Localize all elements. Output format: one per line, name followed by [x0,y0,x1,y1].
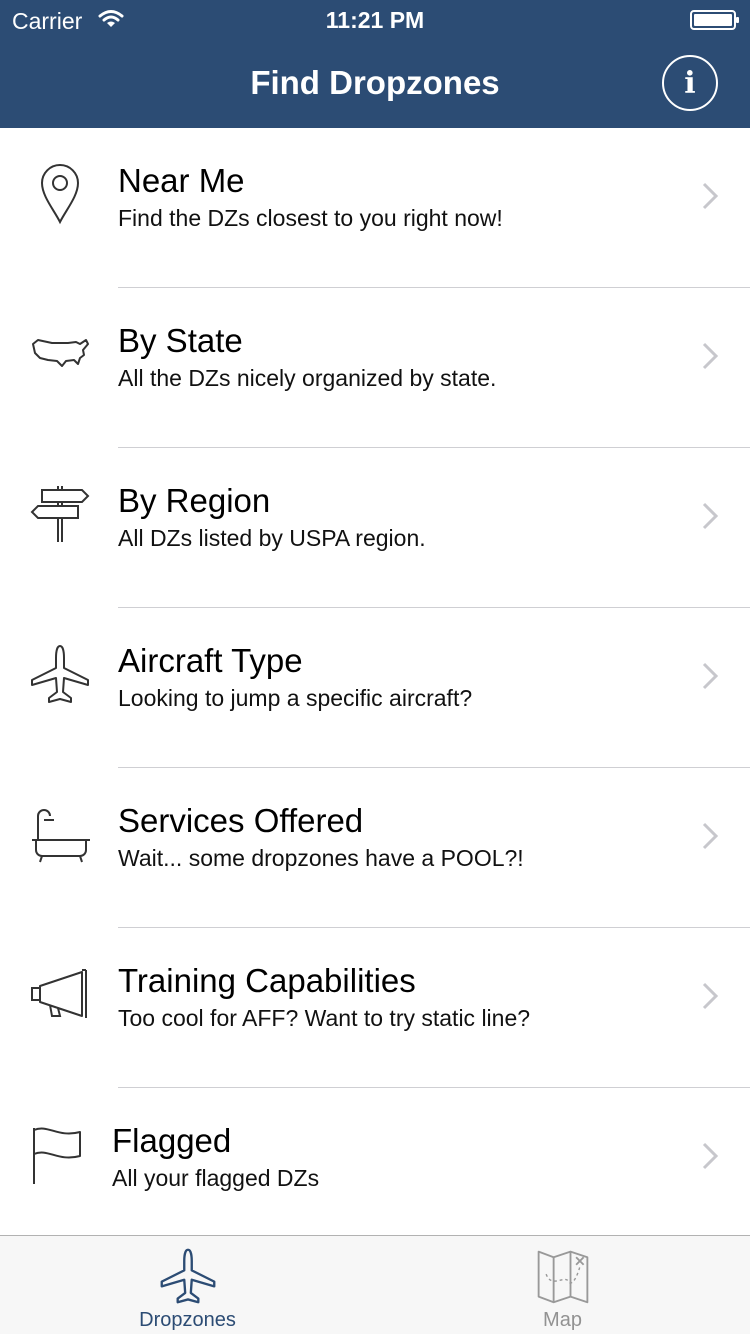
chevron-right-icon [702,662,719,690]
navigation-header: Carrier 11:21 PM Find Dropzones i [0,0,750,128]
list-item-title: Training Capabilities [118,962,416,999]
list-item-by-region[interactable]: By Region All DZs listed by USPA region. [0,448,750,608]
list-item-title: Flagged [112,1122,232,1159]
tab-label: Map [543,1309,582,1331]
status-bar: Carrier 11:21 PM [0,0,750,40]
chevron-right-icon [702,342,719,370]
flag-icon [28,1122,92,1186]
list-item-title: By Region [118,482,271,519]
list-item-flagged[interactable]: Flagged All your flagged DZs [0,1088,750,1248]
chevron-right-icon [702,502,719,530]
list-item-subtitle: Wait... some dropzones have a POOL?! [118,845,524,871]
list-item-near-me[interactable]: Near Me Find the DZs closest to you righ… [0,128,750,288]
list-item-title: Near Me [118,162,245,199]
location-pin-icon [28,162,92,226]
chevron-right-icon [702,1142,719,1170]
list-item-subtitle: Find the DZs closest to you right now! [118,205,503,231]
usa-map-icon [28,322,92,386]
list-item-subtitle: Too cool for AFF? Want to try static lin… [118,1005,531,1031]
chevron-right-icon [702,182,719,210]
page-title: Find Dropzones [250,64,500,101]
list-item-title: Aircraft Type [118,642,303,679]
info-button[interactable]: i [662,55,718,111]
battery-icon [690,10,739,30]
list-item-title: By State [118,322,243,359]
list-item-subtitle: All the DZs nicely organized by state. [118,365,497,391]
bathtub-icon [28,802,92,866]
tab-label: Dropzones [139,1309,236,1331]
list-item-subtitle: All your flagged DZs [112,1165,320,1191]
list-item-by-state[interactable]: By State All the DZs nicely organized by… [0,288,750,448]
megaphone-icon [28,962,92,1026]
list-item-subtitle: Looking to jump a specific aircraft? [118,685,473,711]
list-item-title: Services Offered [118,802,364,839]
chevron-right-icon [702,822,719,850]
tab-dropzones[interactable]: Dropzones [0,1236,375,1334]
signpost-icon [28,482,92,546]
airplane-icon [28,642,92,706]
tab-map[interactable]: Map [375,1236,750,1334]
list-item-aircraft-type[interactable]: Aircraft Type Looking to jump a specific… [0,608,750,768]
airplane-icon [160,1248,215,1304]
status-time: 11:21 PM [325,7,425,33]
list-item-subtitle: All DZs listed by USPA region. [118,525,426,551]
treasure-map-icon [537,1250,588,1304]
tab-bar: Dropzones Map [0,1235,750,1334]
list-item-training-capabilities[interactable]: Training Capabilities Too cool for AFF? … [0,928,750,1088]
chevron-right-icon [702,982,719,1010]
info-icon: i [684,65,696,101]
list-item-services-offered[interactable]: Services Offered Wait... some dropzones … [0,768,750,928]
